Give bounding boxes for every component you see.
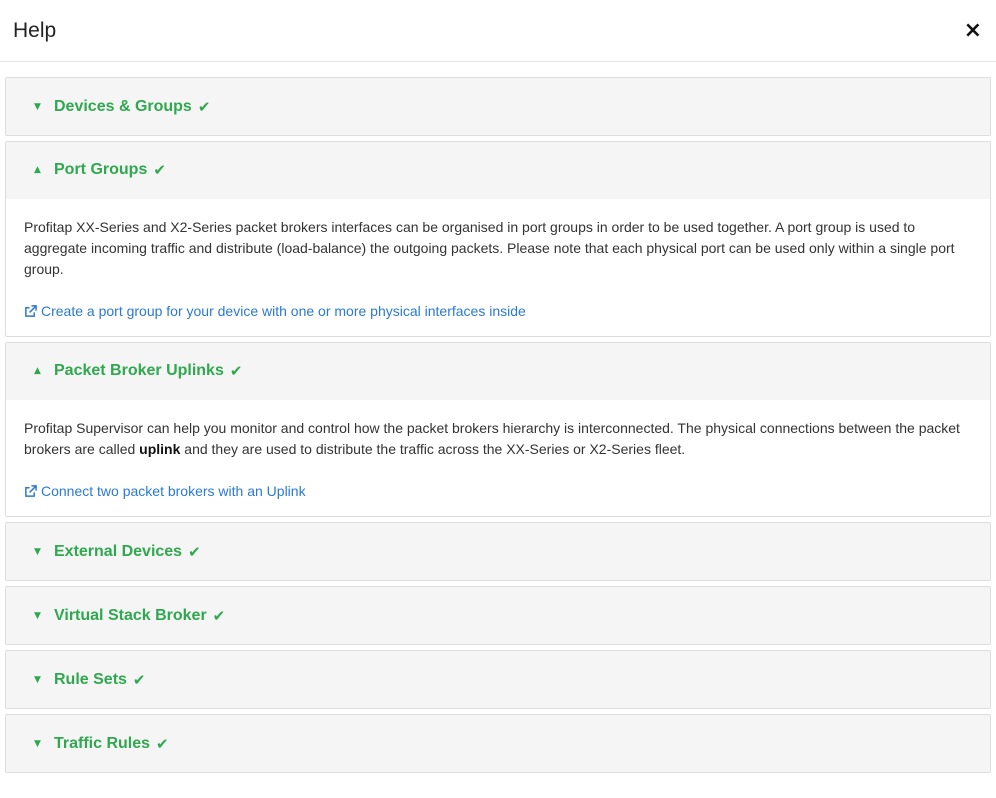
caret-up-icon: ▲ xyxy=(34,366,41,376)
panel-title: External Devices xyxy=(54,542,183,560)
close-button[interactable]: × xyxy=(964,19,982,42)
uplink-term: uplink xyxy=(139,441,181,457)
panel-title: Packet Broker Uplinks xyxy=(54,362,224,379)
panel-heading-packet-broker-uplinks[interactable]: ▲ Packet Broker Uplinks ✔ xyxy=(6,343,990,400)
check-icon: ✔ xyxy=(153,161,166,179)
panel-title: Port Groups xyxy=(54,161,148,178)
panel-heading-external-devices[interactable]: ▼ External Devices ✔ xyxy=(6,523,990,580)
panel-description: Profitap XX-Series and X2-Series packet … xyxy=(24,219,955,277)
panel-heading-devices-groups[interactable]: ▼ Devices & Groups ✔ xyxy=(6,78,990,135)
modal-header: Help × xyxy=(0,0,996,62)
panel-heading-virtual-stack-broker[interactable]: ▼ Virtual Stack Broker ✔ xyxy=(6,587,990,644)
link-label: Connect two packet brokers with an Uplin… xyxy=(41,483,306,499)
caret-down-icon: ▼ xyxy=(34,674,41,685)
help-accordion: ▼ Devices & Groups ✔ ▲ Port Groups ✔ Pro… xyxy=(0,62,996,773)
panel-devices-groups: ▼ Devices & Groups ✔ xyxy=(5,77,991,136)
check-icon: ✔ xyxy=(197,97,211,116)
panel-title: Devices & Groups xyxy=(54,97,192,115)
panel-description: Profitap Supervisor can help you monitor… xyxy=(24,418,972,460)
description-text: and they are used to distribute the traf… xyxy=(180,441,686,457)
modal-title: Help xyxy=(13,18,57,42)
check-icon: ✔ xyxy=(212,606,226,625)
create-port-group-link[interactable]: Create a port group for your device with… xyxy=(24,301,526,322)
check-icon: ✔ xyxy=(229,362,243,380)
panel-virtual-stack-broker: ▼ Virtual Stack Broker ✔ xyxy=(5,586,991,645)
help-modal: Help × ▼ Devices & Groups ✔ ▲ Port Group… xyxy=(0,0,996,798)
caret-down-icon: ▼ xyxy=(34,738,41,749)
panel-heading-port-groups[interactable]: ▲ Port Groups ✔ xyxy=(6,142,990,199)
panel-body-packet-broker-uplinks: Profitap Supervisor can help you monitor… xyxy=(6,400,990,516)
caret-down-icon: ▼ xyxy=(34,546,41,557)
caret-down-icon: ▼ xyxy=(34,610,41,621)
panel-packet-broker-uplinks: ▲ Packet Broker Uplinks ✔ Profitap Super… xyxy=(5,342,991,517)
panel-title: Traffic Rules xyxy=(54,734,151,752)
panel-title: Virtual Stack Broker xyxy=(54,606,207,624)
panel-body-port-groups: Profitap XX-Series and X2-Series packet … xyxy=(6,199,990,336)
check-icon: ✔ xyxy=(188,542,201,561)
check-icon: ✔ xyxy=(156,734,169,753)
panel-traffic-rules: ▼ Traffic Rules ✔ xyxy=(5,714,991,773)
external-link-icon xyxy=(25,485,37,497)
external-link-icon xyxy=(25,305,37,317)
check-icon: ✔ xyxy=(132,670,146,689)
link-label: Create a port group for your device with… xyxy=(41,303,526,319)
connect-uplink-link[interactable]: Connect two packet brokers with an Uplin… xyxy=(24,481,306,502)
panel-title: Rule Sets xyxy=(54,670,127,688)
panel-port-groups: ▲ Port Groups ✔ Profitap XX-Series and X… xyxy=(5,141,991,337)
panel-external-devices: ▼ External Devices ✔ xyxy=(5,522,991,581)
panel-heading-traffic-rules[interactable]: ▼ Traffic Rules ✔ xyxy=(6,715,990,772)
panel-heading-rule-sets[interactable]: ▼ Rule Sets ✔ xyxy=(6,651,990,708)
panel-rule-sets: ▼ Rule Sets ✔ xyxy=(5,650,991,709)
caret-down-icon: ▼ xyxy=(34,101,41,112)
caret-up-icon: ▲ xyxy=(34,165,41,175)
